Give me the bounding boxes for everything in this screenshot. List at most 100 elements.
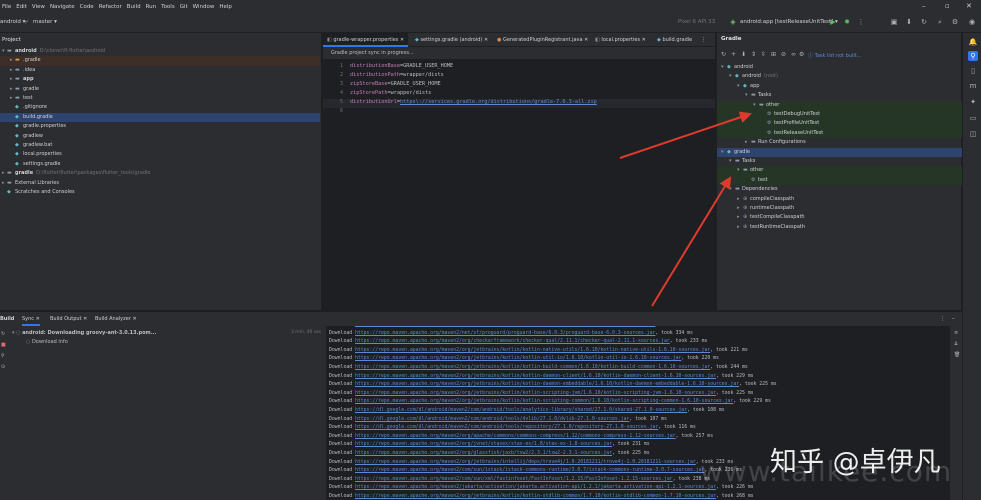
refresh-icon[interactable]: ↻ <box>721 51 726 58</box>
download-url[interactable]: https://dl.google.com/dl/android/maven2/… <box>355 425 658 430</box>
tab-gradle-wrapper[interactable]: ◧ gradle-wrapper.properties ✕ <box>323 33 409 47</box>
build-rerun-icon[interactable]: ↻ <box>1 331 5 337</box>
gradle-tree-row[interactable]: ▸ ⊕ runtimeClasspath <box>717 204 962 213</box>
tab-local-properties[interactable]: ◧ local.properties ✕ <box>591 33 650 47</box>
run-config-selector[interactable]: android:app [testReleaseUnitTest] ▾ <box>740 19 838 25</box>
build-filter-icon[interactable]: ⚲ <box>1 353 5 359</box>
account-icon[interactable]: ◉ <box>968 18 976 26</box>
download-url[interactable]: https://repo.maven.apache.org/maven2/org… <box>355 374 716 379</box>
menu-refactor[interactable]: Refactor <box>99 4 122 10</box>
gradle-tree-row[interactable]: ▾ ◆ app <box>717 82 962 91</box>
tab-settings-gradle[interactable]: ◆ settings.gradle (android) ✕ <box>411 33 492 47</box>
device-explorer-icon[interactable]: ◫ <box>968 129 978 139</box>
download-url[interactable]: https://repo.maven.apache.org/maven2/org… <box>355 451 612 456</box>
code-line[interactable]: zipStorePath=wrapper/dists <box>350 90 431 96</box>
download-icon[interactable]: ⬇ <box>741 51 746 58</box>
menu-view[interactable]: View <box>32 4 45 10</box>
device-selector[interactable]: Pixel 6 API 33 <box>678 19 715 25</box>
gradle-tree-row[interactable]: ⚙ testReleaseUnitTest <box>717 128 962 139</box>
project-tree-row[interactable]: ▸ ▬ gradle <box>0 85 320 94</box>
download-url[interactable]: https://repo.maven.apache.org/maven2/com… <box>355 468 704 473</box>
maximize-icon[interactable]: ▫ <box>945 2 950 10</box>
build-tool-title[interactable]: Build <box>0 312 14 326</box>
gradle-tree-row[interactable]: ⚙ test <box>717 175 962 186</box>
build-pin-icon[interactable]: ⊙ <box>1 364 5 370</box>
code-line[interactable]: distributionBase=GRADLE_USER_HOME <box>350 63 453 69</box>
build-panel-hide-icon[interactable]: – <box>952 312 955 326</box>
gradle-tree-row[interactable]: ▸ ▬ Run Configurations <box>717 138 962 147</box>
tab-sync[interactable]: Sync ✕ <box>22 312 40 326</box>
menu-git[interactable]: Git <box>180 4 188 10</box>
project-tree-row[interactable]: ◆ settings.gradle <box>0 160 320 169</box>
scroll-to-end-icon[interactable]: ⇊ <box>954 341 958 347</box>
download-url[interactable]: https://repo.maven.apache.org/maven2/org… <box>355 460 696 465</box>
code-line[interactable]: distributionPath=wrapper/dists <box>350 72 444 78</box>
gradle-tree-row[interactable]: ▾ ▬ Tasks <box>717 157 962 166</box>
m-tool-icon[interactable]: m <box>968 81 978 91</box>
menu-navigate[interactable]: Navigate <box>50 4 75 10</box>
download-url[interactable]: https://repo.maven.apache.org/maven2/org… <box>355 348 710 353</box>
download-url[interactable]: https://repo.maven.apache.org/maven2/org… <box>355 339 670 344</box>
menu-tools[interactable]: Tools <box>161 4 175 10</box>
build-stop-icon[interactable]: ■ <box>1 342 6 348</box>
download-url[interactable]: https://dl.google.com/dl/android/maven2/… <box>355 408 687 413</box>
sync-icon[interactable]: ↻ <box>920 18 928 26</box>
gradle-tree-row[interactable]: ▾ ◆ android <box>717 63 962 72</box>
soft-wrap-icon[interactable]: ≡ <box>954 330 958 336</box>
menu-file[interactable]: File <box>2 4 11 10</box>
download-url[interactable]: https://repo.maven.apache.org/maven2/org… <box>355 442 612 447</box>
project-tree-row[interactable]: ▸ ▬ gradle D:\flutter\flutter\packages\flut… <box>0 169 320 178</box>
gemini-icon[interactable]: ✦ <box>968 97 978 107</box>
download-url[interactable]: https://repo.maven.apache.org/maven2/org… <box>355 391 716 396</box>
tab-generated-plugin-registrant[interactable]: ● GeneratedPluginRegistrant.java ✕ <box>493 33 592 47</box>
download-url[interactable]: https://dl.google.com/dl/android/maven2/… <box>355 417 629 422</box>
distribution-url-link[interactable]: https\://services.gradle.org/distributio… <box>400 99 597 105</box>
project-tree-row[interactable]: ◆ Scratches and Consoles <box>0 188 320 197</box>
link-icon[interactable]: ∞ <box>791 51 796 58</box>
tab-build-output[interactable]: Build Output ✕ <box>50 312 87 326</box>
settings-icon[interactable]: ⚙ <box>951 18 959 26</box>
debug-icon[interactable]: ✹ <box>843 18 851 26</box>
notifications-icon[interactable]: 🔔 <box>968 37 978 47</box>
task-list-status[interactable]: ⓘ Task list not built... <box>808 52 862 59</box>
tab-build-analyzer[interactable]: Build Analyzer ✕ <box>95 312 137 326</box>
download-url[interactable]: https://repo.maven.apache.org/maven2/org… <box>355 399 733 404</box>
code-line[interactable]: distributionUrl=https\://services.gradle… <box>350 99 597 105</box>
device-manager-tool-icon[interactable]: ▯ <box>968 66 978 76</box>
more-icon[interactable]: ⋮ <box>857 18 865 26</box>
project-tree-row[interactable]: ◆ local.properties <box>0 150 320 159</box>
minimize-icon[interactable]: – <box>922 2 926 10</box>
run-icon[interactable]: ▶ <box>829 18 837 26</box>
project-tree-row[interactable]: ▸ ▬ app <box>0 75 320 84</box>
sdk-manager-icon[interactable]: ⬇ <box>905 18 913 26</box>
gradle-tree-row[interactable]: ▾ ▬ other <box>717 166 962 176</box>
gradle-tree-row[interactable]: ⚙ testDebugUnitTest <box>717 110 962 120</box>
download-url[interactable]: https://repo.maven.apache.org/maven2/org… <box>355 365 710 370</box>
gradle-tree-row[interactable]: ▾ ◆ android (root) <box>717 72 962 81</box>
search-icon[interactable]: ⌕ <box>936 18 944 26</box>
toggle-offline-icon[interactable]: ⊘ <box>781 51 786 58</box>
gradle-tree-row[interactable]: ▾ ▬ Tasks <box>717 91 962 100</box>
menu-code[interactable]: Code <box>80 4 94 10</box>
gradle-tree-row[interactable]: ⚙ testProfileUnitTest <box>717 119 962 129</box>
gradle-tree-row[interactable]: ▸ ⊕ testCompileClasspath <box>717 213 962 222</box>
download-url[interactable]: https://repo.maven.apache.org/maven2/org… <box>355 382 739 387</box>
gradle-tree-row[interactable]: ▸ ⊕ compileClasspath <box>717 195 962 204</box>
download-url[interactable]: https://repo.maven.apache.org/maven2/net… <box>355 331 655 336</box>
menu-help[interactable]: Help <box>219 4 232 10</box>
execute-task-icon[interactable]: ⊞ <box>771 51 776 58</box>
code-line[interactable]: zipStoreBase=GRADLE_USER_HOME <box>350 81 441 87</box>
menu-window[interactable]: Window <box>193 4 215 10</box>
download-url[interactable]: https://repo.maven.apache.org/maven2/com… <box>355 326 655 327</box>
gradle-tree-row[interactable]: ▸ ⊕ testRuntimeClasspath <box>717 223 962 232</box>
sync-task-row[interactable]: ▾ ◌ android: Downloading groovy-ant-3.0.… <box>12 330 156 336</box>
download-url[interactable]: https://repo.maven.apache.org/maven2/jak… <box>355 485 716 490</box>
expand-all-icon[interactable]: ⇕ <box>751 51 756 58</box>
menu-build[interactable]: Build <box>127 4 141 10</box>
project-tree-row[interactable]: ◆ gradlew.bat <box>0 141 320 150</box>
menu-edit[interactable]: Edit <box>16 4 27 10</box>
project-tree-row[interactable]: ◆ build.gradle <box>0 112 320 123</box>
settings-icon-gradle[interactable]: ⚙ <box>799 51 804 58</box>
download-url[interactable]: https://repo.maven.apache.org/maven2/com… <box>355 477 673 482</box>
download-url[interactable]: https://repo.maven.apache.org/maven2/org… <box>355 434 676 439</box>
